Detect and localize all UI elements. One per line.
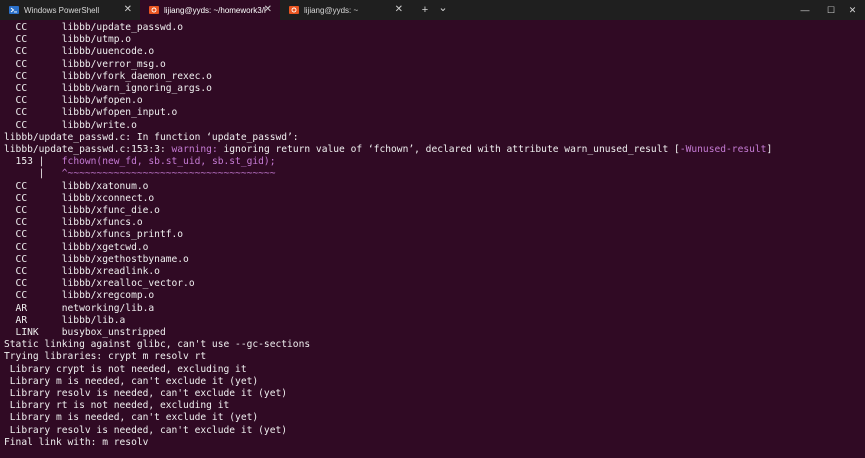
tab-label: lijiang@yyds: ~/homework3/linu bbox=[164, 5, 266, 15]
terminal-line: Static linking against glibc, can't use … bbox=[4, 339, 311, 351]
warning-label: warning: bbox=[171, 144, 218, 155]
terminal-line: AR libbb/lib.a bbox=[4, 314, 126, 326]
terminal-line: Final link with: m resolv bbox=[4, 436, 149, 448]
warning-prefix: libbb/update_passwd.c:153:3: bbox=[4, 144, 172, 155]
warning-message: ignoring return value of ‘fchown’, decla… bbox=[217, 144, 680, 155]
terminal-line: CC libbb/uuencode.o bbox=[4, 46, 155, 58]
terminal-line: CC libbb/xregcomp.o bbox=[4, 290, 155, 302]
code-line: 153 | fchown(new_fd, sb.st_uid, sb.st_gi… bbox=[4, 156, 276, 168]
terminal-line: CC libbb/verror_msg.o bbox=[4, 58, 166, 70]
tab-label: lijiang@yyds: ~ bbox=[304, 5, 359, 15]
caret-gutter: | bbox=[4, 168, 62, 180]
close-window-button[interactable]: ✕ bbox=[840, 0, 865, 20]
terminal-line: Library m is needed, can't exclude it (y… bbox=[4, 412, 259, 424]
terminal-line: CC libbb/xfuncs_printf.o bbox=[4, 229, 184, 241]
close-icon[interactable]: ✕ bbox=[124, 4, 132, 16]
terminal-line: CC libbb/update_passwd.o bbox=[4, 22, 184, 33]
terminal-line: CC libbb/wfopen.o bbox=[4, 95, 143, 107]
terminal-line: CC libbb/utmp.o bbox=[4, 34, 132, 46]
tab-label: Windows PowerShell bbox=[24, 5, 100, 15]
code-snippet: fchown(new_fd, sb.st_uid, sb.st_gid); bbox=[61, 156, 276, 168]
linux-icon bbox=[149, 6, 159, 14]
terminal-line: CC libbb/xconnect.o bbox=[4, 192, 155, 204]
terminal-line: CC libbb/vfork_daemon_rexec.o bbox=[4, 70, 212, 82]
close-icon[interactable]: ✕ bbox=[264, 4, 272, 16]
warning-flag: -Wunused-result bbox=[679, 144, 767, 155]
terminal-line: CC libbb/wfopen_input.o bbox=[4, 107, 178, 119]
powershell-icon bbox=[9, 6, 19, 14]
code-gutter: 153 | bbox=[4, 156, 62, 168]
terminal-line: CC libbb/xreadlink.o bbox=[4, 266, 160, 277]
terminal-line: Library resolv is needed, can't exclude … bbox=[4, 424, 288, 436]
terminal-line: CC libbb/xrealloc_vector.o bbox=[4, 278, 195, 290]
terminal-line: Library resolv is needed, can't exclude … bbox=[4, 388, 288, 399]
tab-lijiang-homework3[interactable]: lijiang@yyds: ~/homework3/linu ✕ bbox=[140, 0, 280, 20]
terminal-line: CC libbb/write.o bbox=[4, 119, 137, 131]
terminal-line: CC libbb/xfuncs.o bbox=[4, 217, 143, 229]
terminal-line: Trying libraries: crypt m resolv rt bbox=[4, 351, 207, 363]
tab-lijiang-home[interactable]: lijiang@yyds: ~ ✕ bbox=[280, 0, 411, 20]
close-icon[interactable]: ✕ bbox=[395, 4, 403, 16]
terminal-line: Library rt is not needed, excluding it bbox=[4, 400, 230, 412]
tab-dropdown-button[interactable]: ⌄ bbox=[436, 0, 450, 16]
terminal-line: Library crypt is not needed, excluding i… bbox=[4, 363, 247, 375]
terminal-line: CC libbb/warn_ignoring_args.o bbox=[4, 83, 212, 94]
terminal-line: CC libbb/xgetcwd.o bbox=[4, 241, 149, 253]
warning-line: libbb/update_passwd.c:153:3: warning: ig… bbox=[4, 144, 772, 156]
terminal-output[interactable]: CC libbb/update_passwd.o CC libbb/utmp.o… bbox=[0, 20, 865, 458]
terminal-line: libbb/update_passwd.c: In function ‘upda… bbox=[4, 131, 299, 143]
caret-marker: ^~~~~~~~~~~~~~~~~~~~~~~~~~~~~~~~~~~~~ bbox=[61, 168, 276, 180]
new-tab-button[interactable]: + bbox=[418, 2, 432, 18]
caret-line: | ^~~~~~~~~~~~~~~~~~~~~~~~~~~~~~~~~~~~~ bbox=[4, 168, 276, 180]
terminal-line: Library m is needed, can't exclude it (y… bbox=[4, 375, 259, 387]
warning-suffix: ] bbox=[766, 144, 773, 155]
terminal-line: CC libbb/xgethostbyname.o bbox=[4, 253, 189, 265]
tab-windows-powershell[interactable]: Windows PowerShell ✕ bbox=[0, 0, 140, 20]
terminal-line: CC libbb/xfunc_die.o bbox=[4, 205, 160, 216]
terminal-line: CC libbb/xatonum.o bbox=[4, 180, 149, 192]
terminal-line: AR networking/lib.a bbox=[4, 302, 155, 314]
linux-icon bbox=[289, 6, 299, 14]
terminal-line: LINK busybox_unstripped bbox=[4, 327, 166, 338]
tab-bar: Windows PowerShell ✕ lijiang@yyds: ~/hom… bbox=[0, 0, 865, 20]
